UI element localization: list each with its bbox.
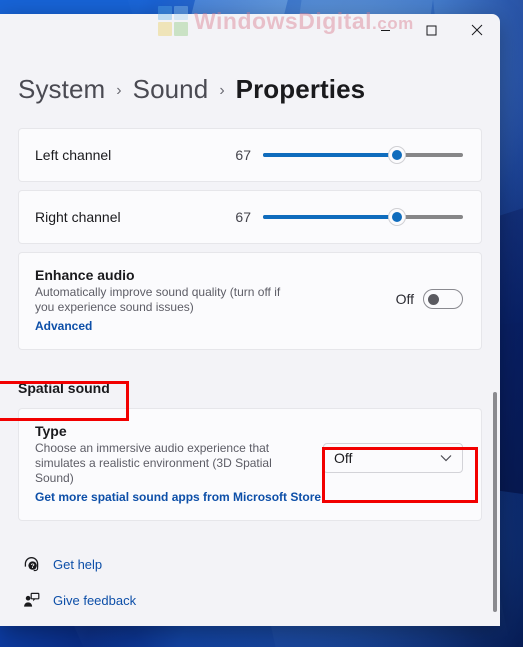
right-channel-label: Right channel: [35, 209, 121, 225]
feedback-person-icon: [22, 591, 40, 609]
enhance-audio-row: Enhance audio Automatically improve soun…: [18, 252, 482, 350]
maximize-button[interactable]: [408, 14, 454, 46]
breadcrumb-item-system[interactable]: System: [18, 74, 105, 105]
advanced-link[interactable]: Advanced: [35, 319, 92, 333]
left-channel-row: Left channel 67: [18, 128, 482, 182]
breadcrumb-separator-icon: ›: [219, 81, 225, 99]
scrollbar-thumb[interactable]: [493, 392, 497, 612]
chevron-down-icon: [440, 454, 452, 462]
right-channel-value: 67: [235, 209, 251, 225]
toggle-knob: [428, 294, 439, 305]
help-headset-icon: ?: [22, 555, 40, 573]
spatial-type-selected-value: Off: [334, 450, 353, 466]
right-channel-slider[interactable]: [263, 207, 463, 227]
settings-content: Left channel 67 Right channel 67 Enhance…: [0, 112, 500, 609]
give-feedback-label: Give feedback: [53, 592, 137, 608]
enhance-audio-text: Enhance audio Automatically improve soun…: [35, 267, 396, 335]
enhance-audio-toggle-group: Off: [396, 289, 463, 309]
enhance-audio-toggle[interactable]: [423, 289, 463, 309]
spatial-type-description: Choose an immersive audio experience tha…: [35, 441, 272, 485]
right-channel-row: Right channel 67: [18, 190, 482, 244]
slider-thumb[interactable]: [388, 208, 406, 226]
microsoft-store-link[interactable]: Get more spatial sound apps from Microso…: [35, 490, 321, 504]
vertical-scrollbar[interactable]: [493, 74, 497, 626]
maximize-icon: [426, 25, 436, 35]
give-feedback-link[interactable]: Give feedback: [22, 591, 500, 609]
breadcrumb-separator-icon: ›: [116, 81, 122, 99]
get-help-link[interactable]: ? Get help: [22, 555, 500, 573]
minimize-icon: [380, 29, 390, 31]
get-help-label: Get help: [53, 556, 103, 572]
left-channel-label: Left channel: [35, 147, 112, 163]
breadcrumb: System › Sound › Properties: [0, 66, 500, 112]
close-button[interactable]: [454, 14, 500, 46]
minimize-button[interactable]: [362, 14, 408, 46]
slider-thumb[interactable]: [388, 146, 406, 164]
left-channel-value: 67: [235, 147, 251, 163]
spatial-type-row: Type Choose an immersive audio experienc…: [18, 408, 482, 521]
title-bar: [0, 14, 500, 60]
slider-fill: [263, 153, 397, 157]
enhance-audio-title: Enhance audio: [35, 267, 135, 283]
spatial-type-dropdown[interactable]: Off: [323, 443, 463, 473]
spatial-sound-section-header: Spatial sound: [18, 380, 110, 396]
breadcrumb-item-sound[interactable]: Sound: [133, 74, 209, 105]
enhance-audio-toggle-state: Off: [395, 291, 414, 307]
breadcrumb-item-properties: Properties: [235, 73, 366, 104]
enhance-audio-description: Automatically improve sound quality (tur…: [35, 285, 281, 314]
svg-text:?: ?: [30, 563, 34, 570]
slider-fill: [263, 215, 397, 219]
footer-links: ? Get help Give feedback: [0, 529, 500, 609]
spatial-type-title: Type: [35, 423, 67, 439]
close-icon: [471, 24, 483, 36]
left-channel-slider[interactable]: [263, 145, 463, 165]
spatial-type-text: Type Choose an immersive audio experienc…: [35, 423, 323, 506]
settings-window: System › Sound › Properties Left channel…: [0, 14, 500, 626]
